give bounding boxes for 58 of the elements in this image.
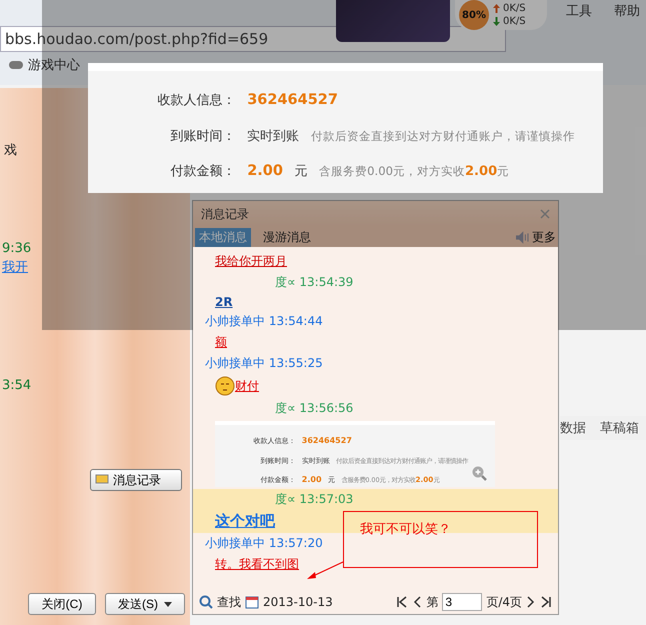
field-label: 收款人信息： xyxy=(156,92,236,110)
message-text: 戏 xyxy=(4,142,17,159)
message-header: 度∝ 13:56:56 xyxy=(274,400,354,417)
page-total: 页/4页 xyxy=(486,594,522,610)
menu-item[interactable]: 帮助 xyxy=(614,2,640,20)
close-button[interactable]: 关闭(C) xyxy=(28,593,96,615)
speaker-icon xyxy=(516,230,529,244)
field-value: 2.00 xyxy=(247,163,283,180)
message-header: 度∝ 13:57:03 xyxy=(274,491,354,508)
last-page-icon[interactable] xyxy=(540,596,552,608)
message-text: 转。我看不到图 xyxy=(215,556,299,573)
message-text: 这个对吧 xyxy=(215,512,275,531)
history-button[interactable]: 消息记录 xyxy=(90,469,182,491)
message-text: 2R xyxy=(215,295,233,309)
zoom-icon[interactable] xyxy=(471,465,487,481)
first-page-icon[interactable] xyxy=(396,596,408,608)
field-value: 362464527 xyxy=(302,436,352,446)
panel-title: 消息记录 xyxy=(201,206,249,222)
message-header: 小帅接单中 13:55:25 xyxy=(205,355,323,372)
field-value: 362464527 xyxy=(247,92,338,108)
caret-icon[interactable] xyxy=(164,602,172,606)
message-header: 小帅接单中 13:57:20 xyxy=(205,535,323,552)
note-text: 含服务费0.00元，对方实收2.00元 xyxy=(319,164,510,180)
message-text: 3:54 xyxy=(2,378,32,393)
message-text: 额 xyxy=(215,334,227,351)
next-page-icon[interactable] xyxy=(526,596,536,608)
annotation-text: 我可不可以笑？ xyxy=(360,522,451,537)
tab-label[interactable]: 数据 xyxy=(560,419,586,437)
field-value: 2.00 xyxy=(302,475,322,484)
down-arrow-icon xyxy=(493,17,500,26)
message-text: 我给你开两月 xyxy=(215,253,287,270)
message-header: 小帅接单中 13:54:44 xyxy=(205,313,323,330)
field-label: 到账时间： xyxy=(170,128,236,145)
unit-text: 元 xyxy=(294,163,308,180)
download-speed: 0K/S xyxy=(503,15,526,28)
calendar-icon[interactable] xyxy=(245,595,259,609)
page-input[interactable]: 3 xyxy=(442,593,482,611)
search-link[interactable]: 查找 xyxy=(217,594,241,610)
field-label: 付款金额： xyxy=(170,163,236,180)
previous-page-icon[interactable] xyxy=(412,596,422,608)
message-header: 度∝ 13:54:39 xyxy=(274,274,354,291)
date-text: 2013-10-13 xyxy=(263,595,333,609)
menu-item[interactable]: 工具 xyxy=(566,2,592,20)
field-value: 实时到账 xyxy=(247,128,300,145)
message-text: 9:36 xyxy=(2,241,32,256)
message-text: 财付 xyxy=(235,378,259,394)
tab-label[interactable]: 草稿箱 xyxy=(600,419,639,437)
up-arrow-icon xyxy=(493,4,500,13)
upload-speed: 0K/S xyxy=(503,2,526,15)
more-button[interactable]: 更多 xyxy=(516,228,556,246)
usage-gauge: 80% xyxy=(459,0,489,30)
emoji-icon xyxy=(215,376,235,396)
note-text: 付款后资金直接到达对方财付通账户，请谨慎操作 xyxy=(310,128,575,144)
message-link[interactable]: 我开 xyxy=(2,258,28,276)
page-label: 第 xyxy=(426,594,438,610)
search-icon[interactable] xyxy=(199,595,213,609)
send-button[interactable]: 发送(S) xyxy=(105,593,185,615)
history-tab[interactable]: 漫游消息 xyxy=(259,228,315,246)
